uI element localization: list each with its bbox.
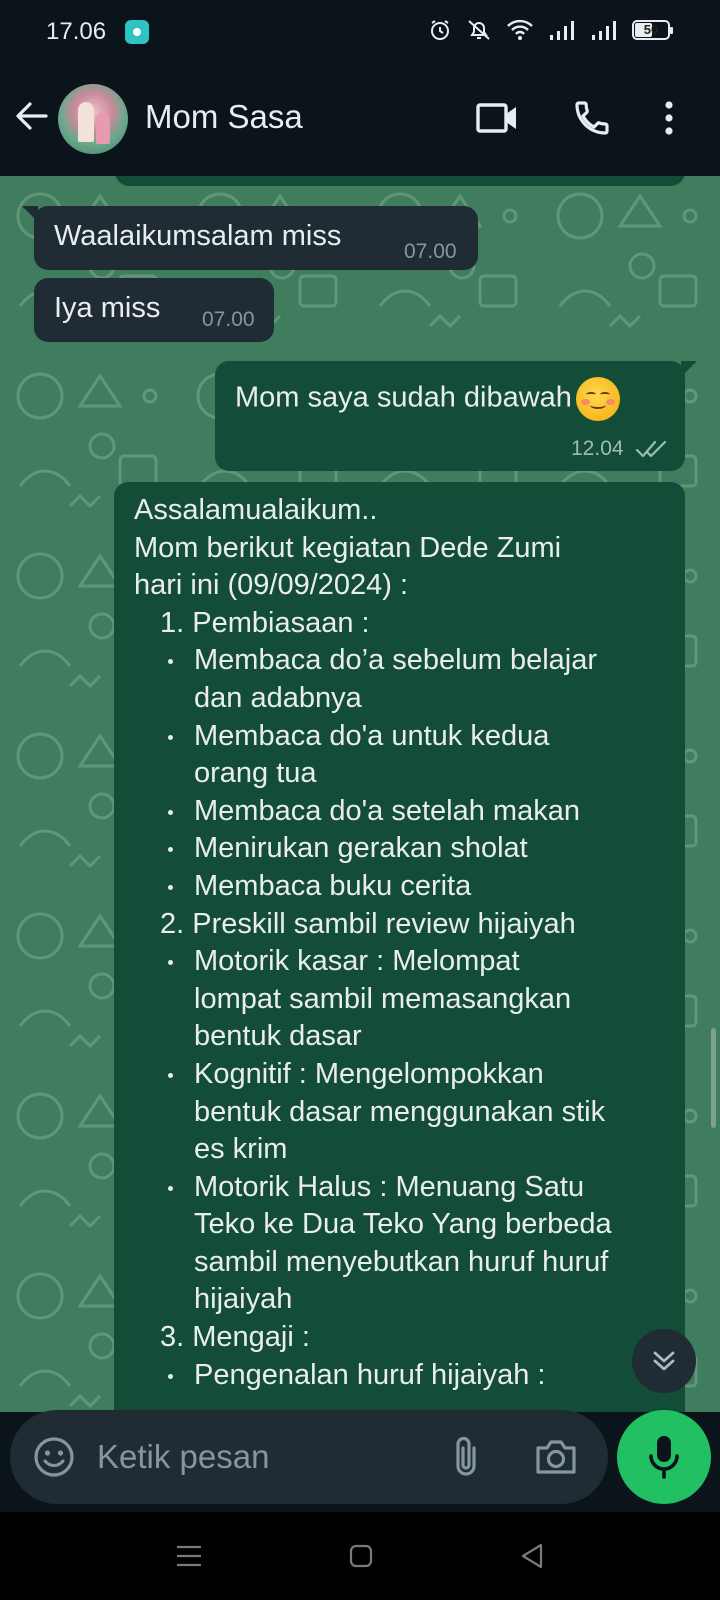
message-text: Assalamualaikum.. Mom berikut kegiatan D… xyxy=(134,492,674,1394)
bullet-item: Membaca do’a sebelum belajar xyxy=(134,642,674,680)
bullet-item-continuation: orang tua xyxy=(194,757,317,790)
more-options-icon[interactable] xyxy=(664,100,674,136)
message-incoming[interactable]: Iya miss 07.00 xyxy=(34,278,274,342)
bullet-item-continuation: hijaiyah xyxy=(194,1283,293,1316)
recent-apps-icon[interactable] xyxy=(176,1544,202,1568)
home-icon[interactable] xyxy=(349,1544,373,1568)
back-arrow-icon[interactable] xyxy=(14,98,50,134)
chat-header: Mom Sasa xyxy=(0,64,720,176)
bullet-item-continuation: sambil menyebutkan huruf huruf xyxy=(194,1245,609,1278)
avatar[interactable] xyxy=(58,84,128,154)
alarm-icon xyxy=(431,20,449,40)
video-call-icon[interactable] xyxy=(476,100,518,136)
message-time: 07.00 xyxy=(404,240,457,263)
bullet-item-continuation: bentuk dasar xyxy=(194,1020,362,1053)
message-line: Assalamualaikum.. xyxy=(134,494,378,526)
camera-icon[interactable] xyxy=(534,1438,578,1476)
bullet-item: Membaca do'a setelah makan xyxy=(134,793,674,831)
phone-call-icon[interactable] xyxy=(572,98,612,138)
status-bar: 17.06 50 xyxy=(0,0,720,64)
numbered-item: 3. Mengaji : xyxy=(160,1321,310,1354)
bullet-item: Motorik kasar : Melompat xyxy=(134,943,674,981)
microphone-icon xyxy=(649,1436,679,1479)
bullet-item: Kognitif : Mengelompokkan xyxy=(134,1056,674,1094)
status-time: 17.06 xyxy=(46,18,107,45)
message-composer: Ketik pesan xyxy=(10,1410,608,1504)
battery-level: 50 xyxy=(643,22,659,37)
bullet-item: Pengenalan huruf hijaiyah : xyxy=(134,1357,674,1395)
numbered-item: 2. Preskill sambil review hijaiyah xyxy=(160,907,576,940)
bullet-item: Motorik Halus : Menuang Satu xyxy=(134,1169,674,1207)
bullet-item: Menirukan gerakan sholat xyxy=(134,830,674,868)
app-notification-icon xyxy=(125,20,149,44)
message-incoming[interactable]: Waalaikumsalam miss 07.00 xyxy=(22,206,478,270)
emoji-icon[interactable] xyxy=(32,1435,76,1479)
scrollbar-thumb[interactable] xyxy=(711,1028,716,1128)
numbered-item: 1. Pembiasaan : xyxy=(160,606,370,639)
chat-area[interactable]: Waalaikumsalam miss 07.00 Iya miss 07.00… xyxy=(0,176,720,1412)
previous-message-bubble xyxy=(115,176,685,186)
attachment-icon[interactable] xyxy=(448,1434,484,1480)
message-outgoing-long[interactable]: Assalamualaikum.. Mom berikut kegiatan D… xyxy=(114,482,685,1412)
message-time: 07.00 xyxy=(202,308,255,331)
mute-icon xyxy=(468,20,490,40)
message-text: Waalaikumsalam miss xyxy=(54,220,342,252)
wifi-icon xyxy=(507,19,533,40)
bullet-item-continuation: dan adabnya xyxy=(194,681,362,714)
bullet-item-continuation: bentuk dasar menggunakan stik xyxy=(194,1095,606,1128)
message-time: 12.04 xyxy=(571,437,624,460)
double-check-read-icon xyxy=(635,440,667,458)
bullet-item-continuation: lompat sambil memasangkan xyxy=(194,982,572,1015)
bullet-item-continuation: es krim xyxy=(194,1133,288,1166)
bullet-item: Membaca do'a untuk kedua xyxy=(134,718,674,756)
message-text: Iya miss xyxy=(54,292,161,324)
message-outgoing[interactable]: Mom saya sudah dibawah 12.04 xyxy=(215,361,697,471)
signal-icon xyxy=(550,21,574,40)
system-navigation-bar xyxy=(0,1512,720,1600)
message-text: Mom saya sudah dibawah xyxy=(235,381,572,414)
voice-message-button[interactable] xyxy=(617,1410,711,1504)
status-icons: 50 xyxy=(428,18,673,42)
bullet-item: Membaca buku cerita xyxy=(134,868,674,906)
back-icon[interactable] xyxy=(520,1542,544,1570)
battery-icon: 50 xyxy=(632,20,673,40)
scroll-to-bottom-button[interactable] xyxy=(632,1329,696,1393)
smiling-face-icon xyxy=(575,377,620,421)
bullet-item-continuation: Teko ke Dua Teko Yang berbeda xyxy=(194,1208,612,1241)
message-line: Mom berikut kegiatan Dede Zumi xyxy=(134,531,562,564)
double-chevron-down-icon xyxy=(653,1351,675,1371)
signal-icon-2 xyxy=(592,21,616,40)
message-input[interactable]: Ketik pesan xyxy=(97,1438,269,1476)
message-line: hari ini (09/09/2024) : xyxy=(134,569,409,602)
contact-name[interactable]: Mom Sasa xyxy=(145,98,303,136)
